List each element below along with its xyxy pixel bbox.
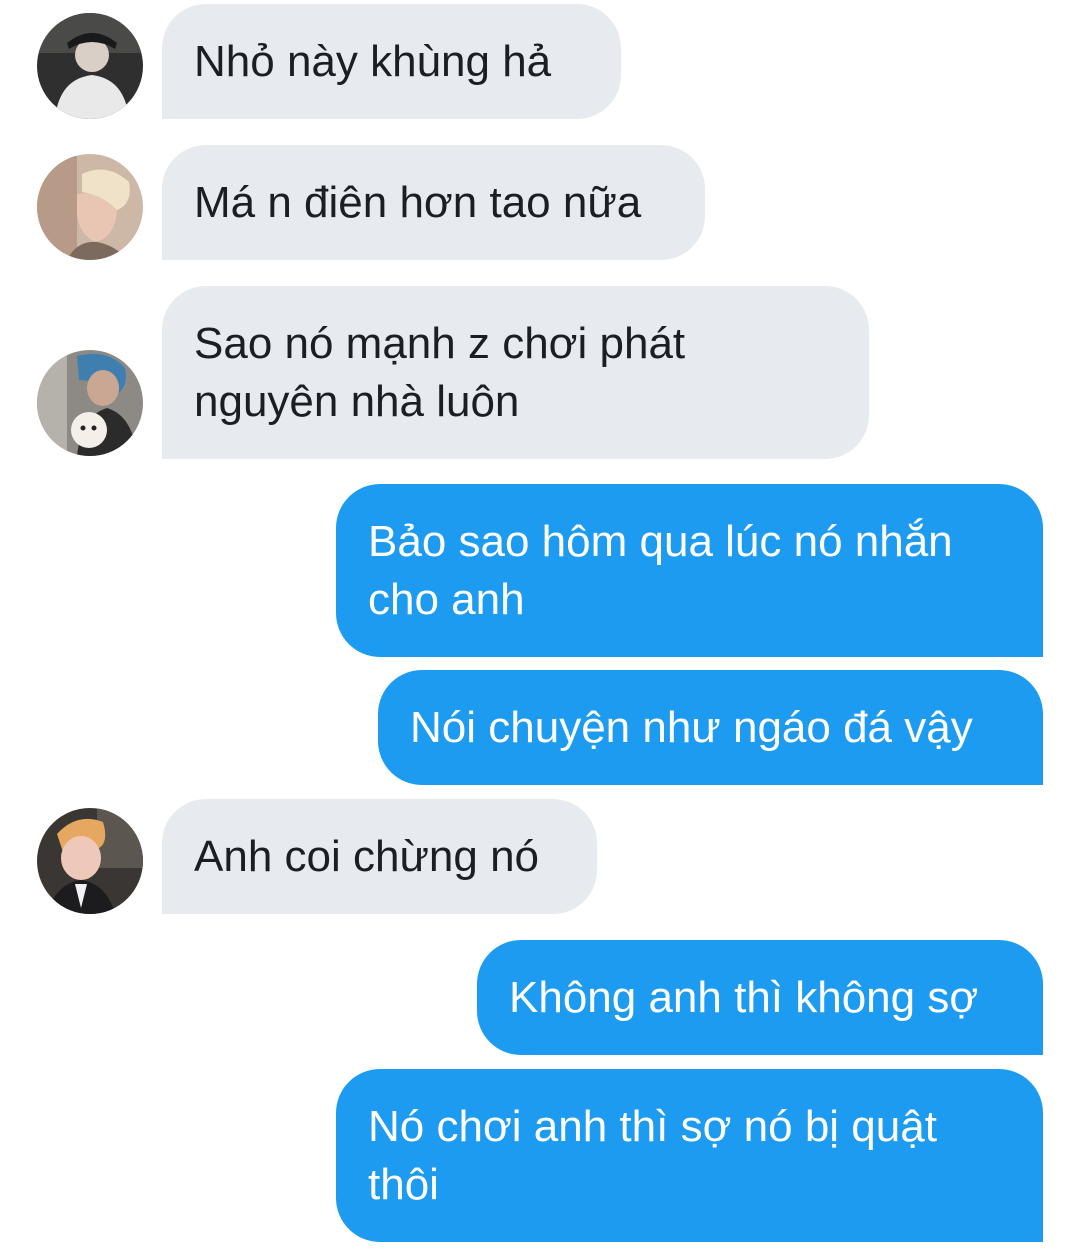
avatar[interactable] <box>37 350 143 456</box>
message-text: Sao nó mạnh z chơi phát nguyên nhà luôn <box>194 318 686 426</box>
message-text: Bảo sao hôm qua lúc nó nhắn cho anh <box>368 516 953 624</box>
message-bubble-incoming[interactable]: Sao nó mạnh z chơi phát nguyên nhà luôn <box>162 286 869 459</box>
user-avatar-icon <box>37 808 143 914</box>
message-bubble-incoming[interactable]: Anh coi chừng nó <box>162 799 597 914</box>
avatar[interactable] <box>37 13 143 119</box>
user-avatar-icon <box>37 13 143 119</box>
user-avatar-icon <box>37 154 143 260</box>
avatar[interactable] <box>37 808 143 914</box>
message-text: Má n điên hơn tao nữa <box>194 177 642 227</box>
message-thread: Nhỏ này khùng hả Má n điên hơn tao nữa S… <box>0 0 1080 1253</box>
message-text: Nó chơi anh thì sợ nó bị quật thôi <box>368 1101 937 1209</box>
message-bubble-incoming[interactable]: Má n điên hơn tao nữa <box>162 145 705 260</box>
user-avatar-icon <box>37 350 143 456</box>
message-bubble-outgoing[interactable]: Nói chuyện như ngáo đá vậy <box>378 670 1043 785</box>
message-bubble-outgoing[interactable]: Không anh thì không sợ <box>477 940 1043 1055</box>
message-text: Không anh thì không sợ <box>509 972 979 1022</box>
message-text: Nhỏ này khùng hả <box>194 36 552 86</box>
message-bubble-outgoing[interactable]: Nó chơi anh thì sợ nó bị quật thôi <box>336 1069 1043 1242</box>
message-bubble-outgoing[interactable]: Bảo sao hôm qua lúc nó nhắn cho anh <box>336 484 1043 657</box>
message-text: Anh coi chừng nó <box>194 831 540 881</box>
message-bubble-incoming[interactable]: Nhỏ này khùng hả <box>162 4 621 119</box>
message-text: Nói chuyện như ngáo đá vậy <box>410 702 973 752</box>
avatar[interactable] <box>37 154 143 260</box>
